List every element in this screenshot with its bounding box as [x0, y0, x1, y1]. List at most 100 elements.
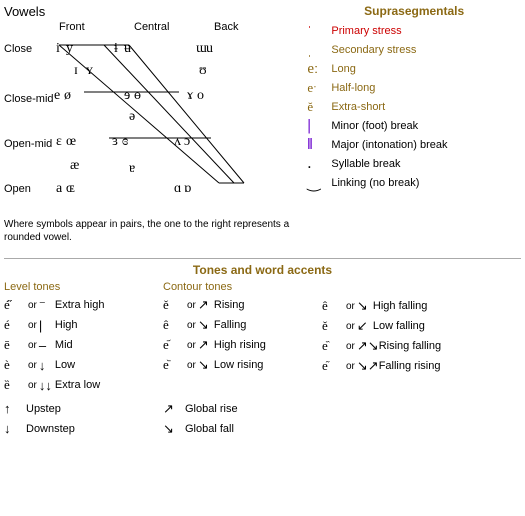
or-c1: or: [187, 300, 196, 311]
minor-break-symbol: |: [307, 117, 331, 135]
secondary-stress-symbol: ˌ: [307, 42, 331, 58]
syllable-break-label: Syllable break: [331, 158, 400, 170]
sym-o-slash: ø: [64, 88, 71, 104]
half-long-symbol: eˑ: [307, 80, 331, 96]
long-symbol: eː: [307, 61, 331, 78]
major-break-row: ‖ Major (intonation) break: [307, 136, 521, 154]
or-3: or: [28, 340, 37, 351]
suprasegmentals-section: Suprasegmentals ˈ Primary stress ˌ Secon…: [299, 4, 521, 254]
sym-u-central: ʉ: [124, 41, 131, 57]
low-rising-label: Low rising: [214, 359, 264, 371]
secondary-stress-label: Secondary stress: [331, 44, 416, 56]
sym-I: ɪ: [74, 63, 78, 79]
linking-label: Linking (no break): [331, 177, 419, 189]
low-falling-sym: ě: [322, 318, 344, 334]
vowels-section: Vowels Front Central Back Close Close-mi…: [4, 4, 299, 254]
rising-sym: ě: [163, 297, 185, 313]
syllable-break-symbol: .: [307, 155, 331, 173]
tones-section: Tones and word accents Level tones é̋ or…: [4, 254, 521, 439]
top-section: Vowels Front Central Back Close Close-mi…: [4, 4, 521, 254]
close-label: Close: [4, 43, 32, 55]
right-row-high-falling: ê or ↘ High falling: [322, 296, 521, 316]
sym-closed-reversed-e: ɞ: [122, 134, 128, 150]
right-col-spacer: [322, 281, 521, 296]
long-label: Long: [331, 63, 355, 75]
low-sym: è: [4, 357, 26, 373]
high-falling-bar: ↘: [357, 298, 373, 314]
primary-stress-label: Primary stress: [331, 25, 401, 37]
low-rising-sym: e᷅: [163, 357, 185, 373]
extra-high-bar: ⁻: [39, 297, 55, 313]
page-container: Vowels Front Central Back Close Close-mi…: [0, 0, 525, 516]
sym-turned-script-a: ɒ: [184, 181, 191, 197]
major-break-symbol: ‖: [307, 136, 331, 154]
contour-tones-col: Contour tones ě or ↗ Rising ê or ↘ Falli…: [163, 281, 318, 439]
downstep-label: Downstep: [26, 423, 75, 435]
sym-e-reversed: ɘ: [124, 88, 130, 104]
sym-open-o: ɔ: [184, 134, 190, 150]
sym-ae: æ: [70, 158, 79, 174]
or-4: or: [28, 360, 37, 371]
upstep-label: Upstep: [26, 403, 61, 415]
falling-rising-bar: ↘↗: [357, 358, 379, 374]
sym-a: a: [56, 181, 62, 197]
contour-tones-title: Contour tones: [163, 281, 318, 293]
sym-oe: œ: [66, 134, 76, 150]
low-bar: ↓: [39, 358, 55, 373]
linking-row: ‿ Linking (no break): [307, 174, 521, 192]
secondary-stress-row: ˌ Secondary stress: [307, 41, 521, 59]
high-sym: é: [4, 317, 26, 333]
central-header: Central: [134, 21, 169, 33]
tone-row-low: è or ↓ Low: [4, 355, 159, 375]
sym-schwa: ə: [129, 109, 135, 125]
contour-row-low-rising: e᷅ or ↘ Low rising: [163, 355, 318, 375]
mid-bar: –: [39, 338, 55, 353]
extra-high-sym: é̋: [4, 297, 26, 313]
vowels-title: Vowels: [4, 4, 299, 19]
extra-low-label: Extra low: [55, 379, 100, 391]
downstep-sym: ↓: [4, 421, 26, 437]
or-c2: or: [187, 320, 196, 331]
vowels-note: Where symbols appear in pairs, the one t…: [4, 218, 299, 244]
minor-break-row: | Minor (foot) break: [307, 117, 521, 135]
low-rising-bar: ↘: [198, 357, 214, 373]
high-falling-sym: ê: [322, 298, 344, 314]
high-rising-bar: ↗: [198, 337, 214, 353]
rising-falling-bar: ↗↘: [357, 338, 379, 354]
sym-i: i: [56, 41, 60, 57]
sym-ram: ɤ: [187, 88, 193, 104]
downstep-row: ↓ Downstep: [4, 419, 159, 439]
tone-row-extra-high: é̋ or ⁻ Extra high: [4, 295, 159, 315]
sym-e: e: [54, 88, 60, 104]
low-label: Low: [55, 359, 75, 371]
extra-short-symbol: ĕ: [307, 99, 331, 115]
or-2: or: [28, 320, 37, 331]
low-falling-label: Low falling: [373, 320, 425, 332]
extra-high-label: Extra high: [55, 299, 105, 311]
rising-falling-label: Rising falling: [379, 340, 441, 352]
sym-upsilon: ʊ: [199, 63, 207, 79]
linking-symbol: ‿: [307, 173, 331, 193]
falling-rising-label: Falling rising: [379, 360, 441, 372]
falling-bar: ↘: [198, 317, 214, 333]
global-rise-label: Global rise: [185, 403, 238, 415]
or-5: or: [28, 380, 37, 391]
or-r1: or: [346, 301, 355, 312]
level-tones-col: Level tones é̋ or ⁻ Extra high é or | Hi…: [4, 281, 159, 439]
upstep-row: ↑ Upstep: [4, 399, 159, 419]
contour-row-high-rising: e᷄ or ↗ High rising: [163, 335, 318, 355]
low-falling-bar: ↙: [357, 318, 373, 334]
sym-epsilon: ɛ: [56, 134, 62, 150]
sym-script-a: ɑ: [174, 181, 181, 197]
tone-row-mid: ē or – Mid: [4, 335, 159, 355]
long-row: eː Long: [307, 60, 521, 78]
sym-turned-a: ɐ: [129, 161, 135, 177]
or-c3: or: [187, 340, 196, 351]
high-bar: |: [39, 318, 55, 333]
vowel-lines: [49, 35, 289, 195]
tones-wrapper: Tones and word accents Level tones é̋ or…: [4, 258, 521, 439]
falling-label: Falling: [214, 319, 246, 331]
half-long-label: Half-long: [331, 82, 375, 94]
or-r3: or: [346, 341, 355, 352]
level-tones-title: Level tones: [4, 281, 159, 293]
